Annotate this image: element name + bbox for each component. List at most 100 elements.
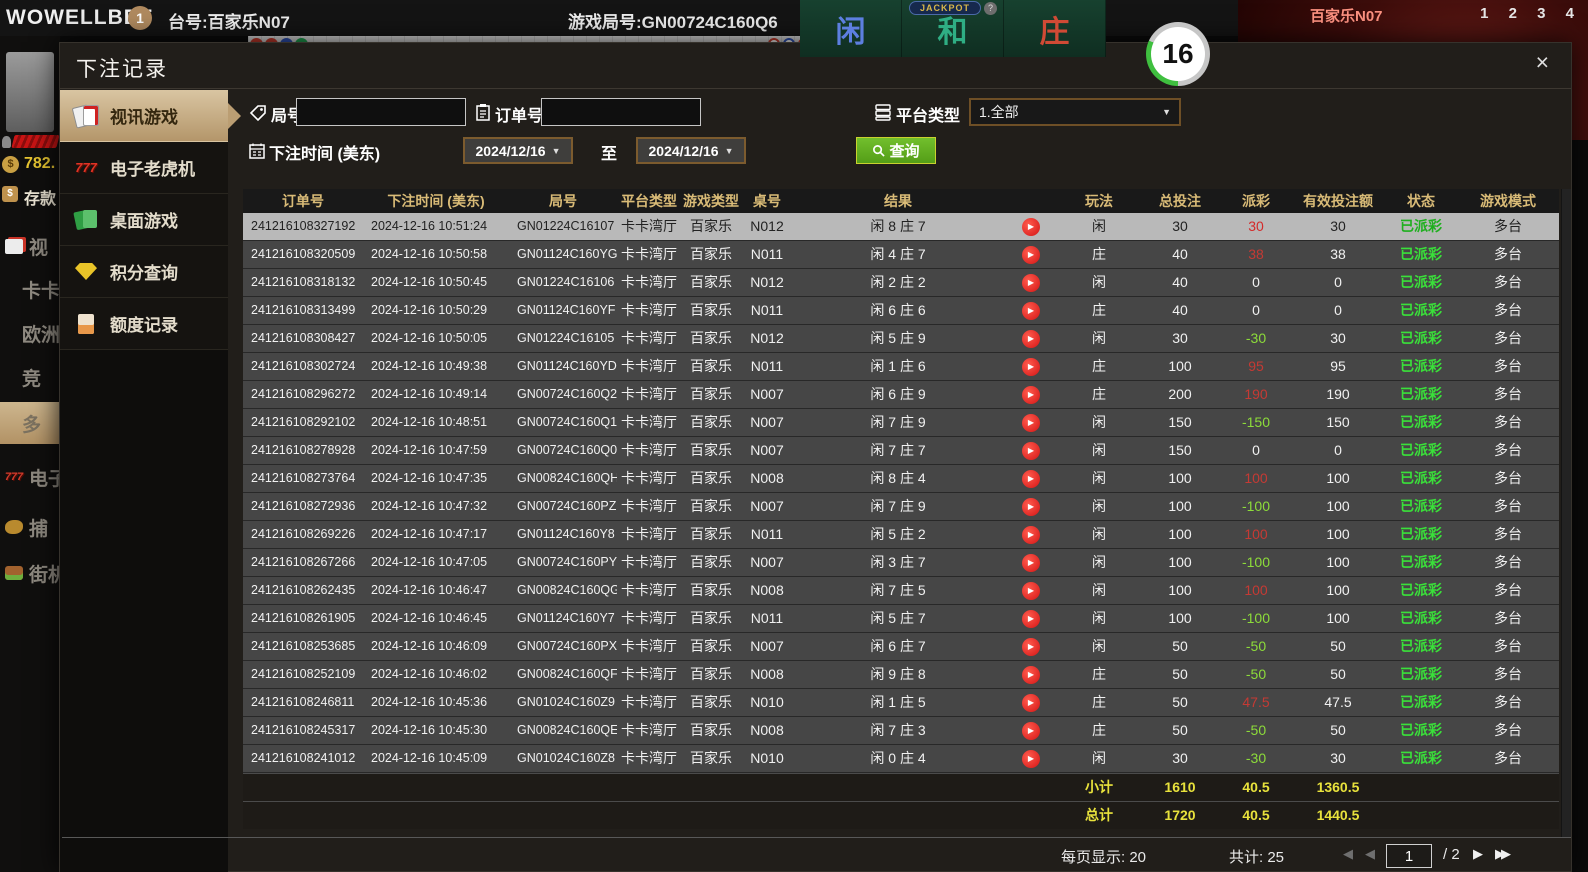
- cell-time: 2024-12-16 10:45:09: [371, 751, 488, 765]
- cell-result: 闲 8 庄 4: [870, 470, 926, 486]
- cell-total: 50: [1172, 722, 1188, 738]
- cell-game: 百家乐: [690, 330, 732, 346]
- replay-icon[interactable]: ▶: [1022, 638, 1040, 657]
- next-page-icon[interactable]: ▶: [1473, 846, 1483, 862]
- replay-icon[interactable]: ▶: [1022, 274, 1040, 293]
- rail-item-竞[interactable]: 竞: [0, 356, 60, 398]
- replay-icon[interactable]: ▶: [1022, 554, 1040, 573]
- date-to-select[interactable]: 2024/12/16 ▼: [636, 137, 746, 164]
- sidebar-item-points[interactable]: 积分查询: [60, 246, 228, 298]
- cell-valid: 0: [1334, 302, 1342, 318]
- table-row[interactable]: 241216108246811 2024-12-16 10:45:36 GN0102…: [243, 689, 1559, 717]
- table-row[interactable]: 241216108318132 2024-12-16 10:50:45 GN0122…: [243, 269, 1559, 297]
- table-row[interactable]: 241216108308427 2024-12-16 10:50:05 GN0122…: [243, 325, 1559, 353]
- table-row[interactable]: 241216108241012 2024-12-16 10:45:09 GN0102…: [243, 745, 1559, 773]
- close-icon[interactable]: ×: [1536, 51, 1549, 74]
- rail-item-欧洲[interactable]: 欧洲: [0, 312, 60, 354]
- table-row[interactable]: 241216108313499 2024-12-16 10:50:29 GN0112…: [243, 297, 1559, 325]
- table-row[interactable]: 241216108267266 2024-12-16 10:47:05 GN0072…: [243, 549, 1559, 577]
- rail-item-捕[interactable]: 捕: [0, 506, 60, 548]
- table-row[interactable]: 241216108272936 2024-12-16 10:47:32 GN0072…: [243, 493, 1559, 521]
- cell-payout: -50: [1245, 722, 1267, 738]
- prev-page-icon[interactable]: ◀: [1365, 846, 1375, 862]
- date-from-select[interactable]: 2024/12/16 ▼: [463, 137, 573, 164]
- replay-icon[interactable]: ▶: [1022, 694, 1040, 713]
- order-filter-input[interactable]: [541, 98, 701, 126]
- table-number-badge: 1: [128, 6, 152, 30]
- table-row[interactable]: 241216108262435 2024-12-16 10:46:47 GN0082…: [243, 577, 1559, 605]
- table-row[interactable]: 241216108302724 2024-12-16 10:49:38 GN0112…: [243, 353, 1559, 381]
- sidebar-item-slots[interactable]: 777 电子老虎机: [60, 142, 228, 194]
- game-round-label: 游戏局号:GN00724C160Q6: [568, 13, 778, 32]
- cell-game: 百家乐: [690, 442, 732, 458]
- rail-item-视[interactable]: 视: [0, 225, 60, 267]
- table-row[interactable]: 241216108327192 2024-12-16 10:51:24 GN0122…: [243, 213, 1559, 241]
- rail-item-多[interactable]: 多: [0, 402, 60, 444]
- table-row[interactable]: 241216108296272 2024-12-16 10:49:14 GN0072…: [243, 381, 1559, 409]
- table-row[interactable]: 241216108245317 2024-12-16 10:45:30 GN0082…: [243, 717, 1559, 745]
- cell-replay: ▶: [1003, 297, 1059, 324]
- table-row[interactable]: 241216108292102 2024-12-16 10:48:51 GN0072…: [243, 409, 1559, 437]
- replay-icon[interactable]: ▶: [1022, 498, 1040, 517]
- table-scrollbar[interactable]: [1561, 189, 1571, 837]
- cell-bet_on: 闲: [1092, 330, 1106, 346]
- chevron-down-icon: ▼: [724, 145, 734, 156]
- deposit-button[interactable]: 存款: [24, 185, 56, 209]
- table-row[interactable]: 241216108278928 2024-12-16 10:47:59 GN0072…: [243, 437, 1559, 465]
- replay-icon[interactable]: ▶: [1022, 750, 1040, 769]
- cell-time: 2024-12-16 10:46:45: [371, 611, 488, 625]
- platform-filter-label: 平台类型: [896, 108, 961, 125]
- cell-platform: 卡卡湾厅: [621, 442, 677, 458]
- cell-valid: 50: [1330, 666, 1346, 682]
- replay-icon[interactable]: ▶: [1022, 666, 1040, 685]
- user-avatar[interactable]: [6, 52, 54, 132]
- cell-valid: 50: [1330, 638, 1346, 654]
- replay-icon[interactable]: ▶: [1022, 218, 1040, 237]
- table-row[interactable]: 241216108261905 2024-12-16 10:46:45 GN0112…: [243, 605, 1559, 633]
- summary-subtotal: 小计 1610 40.5 1360.5: [243, 773, 1559, 801]
- cell-order: 241216108292102: [251, 415, 356, 429]
- rail-item-街机[interactable]: 街机: [0, 552, 67, 594]
- last-page-icon[interactable]: ▶▶: [1495, 846, 1511, 862]
- table-row[interactable]: 241216108269226 2024-12-16 10:47:17 GN0112…: [243, 521, 1559, 549]
- table-row[interactable]: 241216108253685 2024-12-16 10:46:09 GN0072…: [243, 633, 1559, 661]
- cell-table_no: N012: [750, 330, 784, 346]
- page-number-input[interactable]: [1386, 844, 1432, 868]
- replay-icon[interactable]: ▶: [1022, 330, 1040, 349]
- replay-icon[interactable]: ▶: [1022, 358, 1040, 377]
- cell-table_no: N011: [750, 610, 784, 626]
- cell-mode: 多台: [1494, 302, 1522, 318]
- cell-order: 241216108296272: [251, 387, 356, 401]
- date-to-value: 2024/12/16: [648, 142, 719, 159]
- cell-status: 已派彩: [1400, 246, 1442, 262]
- replay-icon[interactable]: ▶: [1022, 610, 1040, 629]
- sidebar-item-video-games[interactable]: 视讯游戏: [60, 90, 241, 142]
- platform-select[interactable]: 1.全部 ▼: [969, 98, 1181, 126]
- replay-icon[interactable]: ▶: [1022, 582, 1040, 601]
- bet-area-banker[interactable]: 庄: [1004, 0, 1106, 57]
- jackpot-help-icon[interactable]: ?: [984, 1, 998, 15]
- cell-valid: 0: [1334, 442, 1342, 458]
- rail-item-卡卡[interactable]: 卡卡: [0, 268, 60, 310]
- sidebar-item-quota-records[interactable]: 额度记录: [60, 298, 228, 350]
- replay-icon[interactable]: ▶: [1022, 386, 1040, 405]
- replay-icon[interactable]: ▶: [1022, 302, 1040, 321]
- cell-valid: 190: [1326, 386, 1350, 402]
- table-row[interactable]: 241216108252109 2024-12-16 10:46:02 GN0082…: [243, 661, 1559, 689]
- bet-area-player[interactable]: 闲: [800, 0, 902, 57]
- search-button[interactable]: 查询: [856, 137, 936, 164]
- replay-icon[interactable]: ▶: [1022, 414, 1040, 433]
- first-page-icon[interactable]: ◀: [1343, 846, 1353, 862]
- round-filter-input[interactable]: [296, 98, 466, 126]
- cell-result: 闲 7 庄 3: [870, 722, 926, 738]
- sidebar-item-table-games[interactable]: 桌面游戏: [60, 194, 228, 246]
- cell-platform: 卡卡湾厅: [621, 526, 677, 542]
- replay-icon[interactable]: ▶: [1022, 722, 1040, 741]
- replay-icon[interactable]: ▶: [1022, 246, 1040, 265]
- replay-icon[interactable]: ▶: [1022, 470, 1040, 489]
- replay-icon[interactable]: ▶: [1022, 442, 1040, 461]
- replay-icon[interactable]: ▶: [1022, 526, 1040, 545]
- table-row[interactable]: 241216108320509 2024-12-16 10:50:58 GN0112…: [243, 241, 1559, 269]
- table-row[interactable]: 241216108273764 2024-12-16 10:47:35 GN0082…: [243, 465, 1559, 493]
- rail-item-电子[interactable]: 777 电子: [0, 456, 67, 498]
